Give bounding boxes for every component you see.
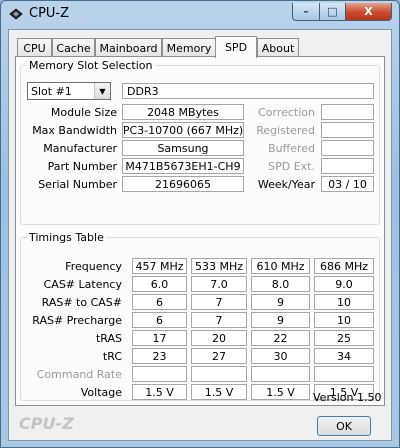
- timing-cell: 20: [191, 330, 247, 346]
- spd-field-value: Samsung: [122, 140, 244, 156]
- spd-attribute-value: 03 / 10: [321, 176, 374, 192]
- timing-cell: 27: [191, 348, 247, 364]
- slot-select[interactable]: Slot #1 ▼: [27, 82, 111, 100]
- timing-cell: [132, 366, 187, 382]
- timing-cell: 7: [191, 294, 247, 310]
- timing-cell: 1.5 V: [132, 384, 187, 400]
- cpuz-brand-logo: CPU-Z: [19, 414, 74, 433]
- spd-attribute-value: [321, 104, 374, 120]
- spd-attribute-label: Correction: [258, 106, 315, 119]
- tab-spd[interactable]: SPD: [215, 36, 257, 58]
- spd-field-value: PC3-10700 (667 MHz): [122, 122, 244, 138]
- spd-field-label: Part Number: [47, 160, 117, 173]
- timing-row-label: RAS# to CAS#: [41, 296, 122, 309]
- cpuz-window: CPU-Z – □ X CPU Cache Mainboard Memory S…: [0, 0, 400, 448]
- timing-cell: 10: [314, 312, 374, 328]
- timing-cell: 25: [314, 330, 374, 346]
- spd-attribute-label: Week/Year: [257, 178, 315, 191]
- tab-mainboard[interactable]: Mainboard: [95, 38, 162, 57]
- timing-cell: 6.0: [132, 276, 187, 292]
- timing-cell: 8.0: [251, 276, 310, 292]
- memory-slot-group: Memory Slot Selection Slot #1 ▼ DDR3 Mod…: [20, 59, 380, 225]
- timing-cell: [191, 366, 247, 382]
- timing-row-label: CAS# Latency: [43, 278, 122, 291]
- spd-tab-panel: Memory Slot Selection Slot #1 ▼ DDR3 Mod…: [15, 56, 385, 406]
- timing-cell: 7: [191, 312, 247, 328]
- timing-row-label: RAS# Precharge: [32, 314, 122, 327]
- tab-about[interactable]: About: [257, 38, 299, 57]
- window-title: CPU-Z: [29, 6, 70, 21]
- timing-cell: 10: [314, 294, 374, 310]
- memory-type-field: DDR3: [122, 83, 374, 99]
- ok-button[interactable]: OK: [317, 416, 371, 436]
- timing-cell: 34: [314, 348, 374, 364]
- timing-row-label: tRAS: [95, 332, 122, 345]
- close-button[interactable]: X: [345, 3, 392, 21]
- timing-cell: 30: [251, 348, 310, 364]
- timing-cell: 686 MHz: [314, 258, 374, 274]
- timing-cell: 6: [132, 294, 187, 310]
- spd-attribute-label: Registered: [256, 124, 315, 137]
- timing-cell: [251, 366, 310, 382]
- cpuz-app-icon: [9, 8, 23, 20]
- spd-attribute-value: [321, 122, 374, 138]
- spd-field-label: Manufacturer: [43, 142, 117, 155]
- timings-group: Timings Table Frequency 457 MHz 533 MHz 610…: [20, 231, 380, 401]
- timing-cell: 6: [132, 312, 187, 328]
- timing-cell: 22: [251, 330, 310, 346]
- tab-memory[interactable]: Memory: [162, 38, 216, 57]
- timing-row-label: Frequency: [65, 260, 122, 273]
- timing-cell: 23: [132, 348, 187, 364]
- maximize-button[interactable]: □: [319, 3, 346, 21]
- timing-cell: [314, 366, 374, 382]
- spd-field-value: 2048 MBytes: [122, 104, 244, 120]
- minimize-button[interactable]: –: [292, 3, 320, 21]
- timing-cell: 1.5 V: [191, 384, 247, 400]
- spd-field-label: Module Size: [50, 106, 117, 119]
- timing-cell: 610 MHz: [251, 258, 310, 274]
- spd-field-value: M471B5673EH1-CH9: [122, 158, 244, 174]
- timing-cell: 9: [251, 312, 310, 328]
- spd-attribute-value: [321, 140, 374, 156]
- title-bar: CPU-Z – □ X: [1, 1, 399, 27]
- spd-attribute-label: Buffered: [268, 142, 315, 155]
- spd-field-label: Serial Number: [38, 178, 117, 191]
- chevron-down-icon[interactable]: ▼: [94, 83, 110, 99]
- tab-cache[interactable]: Cache: [52, 38, 95, 57]
- timing-cell: 533 MHz: [191, 258, 247, 274]
- timing-cell: 9.0: [314, 276, 374, 292]
- memory-slot-group-title: Memory Slot Selection: [27, 59, 155, 72]
- timing-cell: 7.0: [191, 276, 247, 292]
- timings-group-title: Timings Table: [27, 231, 106, 244]
- spd-field-label: Max Bandwidth: [32, 124, 117, 137]
- timing-row-label: Voltage: [80, 386, 122, 399]
- timing-cell: 1.5 V: [251, 384, 310, 400]
- spd-attribute-value: [321, 158, 374, 174]
- slot-select-value: Slot #1: [31, 84, 72, 98]
- timing-cell: 457 MHz: [132, 258, 187, 274]
- version-label: Version 1.50: [313, 391, 382, 404]
- timing-row-label: tRC: [102, 350, 122, 363]
- client-area: CPU Cache Mainboard Memory SPD About Mem…: [8, 29, 392, 441]
- spd-field-value: 21696065: [122, 176, 244, 192]
- timing-cell: 17: [132, 330, 187, 346]
- timing-cell: 9: [251, 294, 310, 310]
- tab-cpu[interactable]: CPU: [17, 38, 52, 57]
- timing-row-label: Command Rate: [36, 368, 122, 381]
- spd-attribute-label: SPD Ext.: [268, 160, 315, 173]
